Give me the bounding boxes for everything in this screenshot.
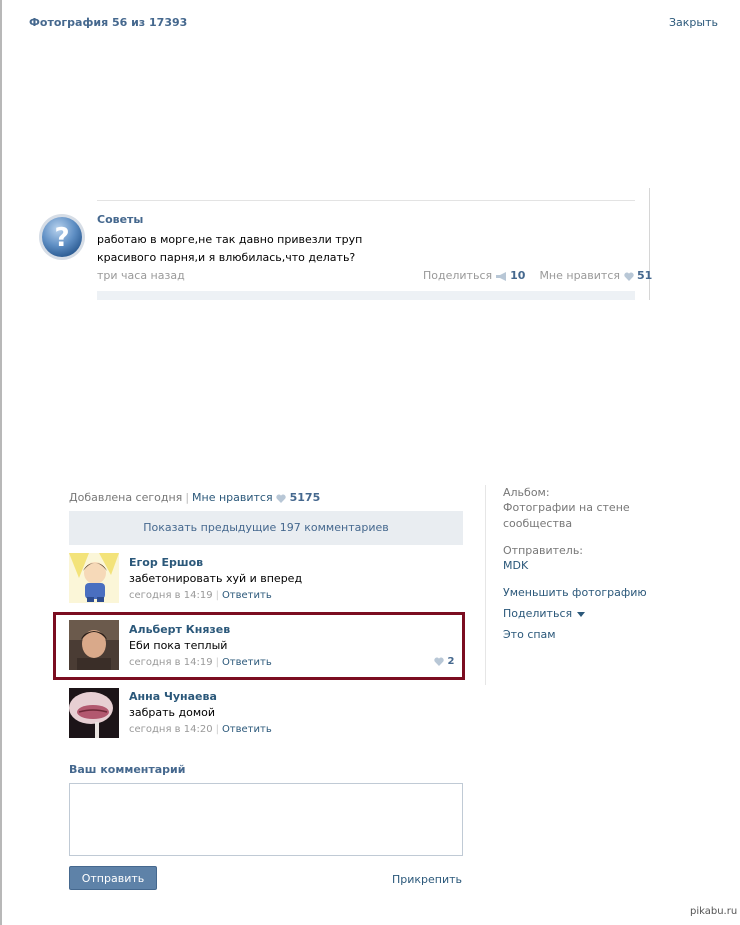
- heart-icon: [276, 491, 290, 504]
- post-author: Советы: [97, 213, 144, 226]
- reply-link[interactable]: Ответить: [222, 724, 272, 735]
- avatar[interactable]: [69, 620, 119, 670]
- chevron-down-icon: [577, 611, 586, 617]
- photo-like-count: 5175: [289, 491, 321, 504]
- reply-link[interactable]: Ответить: [222, 590, 272, 601]
- close-link[interactable]: Закрыть: [669, 16, 718, 29]
- comment-author[interactable]: Анна Чунаева: [129, 690, 217, 703]
- post-text: работаю в морге,не так давно привезли тр…: [97, 231, 437, 267]
- post-time: три часа назад: [97, 269, 185, 282]
- comment-meta: сегодня в 14:20 | Ответить: [129, 724, 272, 735]
- post-share-count: 10: [510, 269, 526, 282]
- comment-likes[interactable]: 2: [434, 656, 454, 667]
- avatar[interactable]: [69, 688, 119, 738]
- like-photo-link[interactable]: Мне нравится: [192, 491, 273, 504]
- comment-author[interactable]: Альберт Князев: [129, 623, 230, 636]
- comment-text: забетонировать хуй и вперед: [129, 572, 303, 585]
- share-label: Поделиться: [503, 607, 573, 620]
- added-date: Добавлена сегодня: [69, 491, 183, 504]
- megaphone-icon: [495, 269, 511, 282]
- svg-text:?: ?: [54, 223, 69, 253]
- comment-like-count: 2: [447, 656, 455, 667]
- send-button[interactable]: Отправить: [69, 866, 157, 890]
- avatar[interactable]: [69, 553, 119, 603]
- post-top-divider: [97, 200, 635, 201]
- post-text-line: работаю в морге,не так давно привезли тр…: [97, 233, 363, 246]
- comment-input[interactable]: [69, 783, 463, 856]
- comment-meta: сегодня в 14:19 | Ответить: [129, 657, 272, 668]
- comment-time: сегодня в 14:19: [129, 657, 213, 668]
- reply-link[interactable]: Ответить: [222, 657, 272, 668]
- left-border: [0, 0, 2, 925]
- shrink-photo-link[interactable]: Уменьшить фотографию: [503, 586, 647, 599]
- post-text-line: красивого парня,и я влюбилась,что делать…: [97, 251, 356, 264]
- album-value[interactable]: Фотографии на стене сообщества: [503, 500, 643, 532]
- post-bottom-bar: [97, 291, 635, 300]
- share-dropdown[interactable]: Поделиться: [503, 607, 586, 620]
- post-share-label: Поделиться: [423, 269, 493, 282]
- attach-link[interactable]: Прикрепить: [392, 873, 462, 886]
- comment-time: сегодня в 14:19: [129, 590, 213, 601]
- comment-author[interactable]: Егор Ершов: [129, 556, 203, 569]
- watermark: pikabu.ru: [690, 906, 738, 917]
- comment-time: сегодня в 14:20: [129, 724, 213, 735]
- photo-counter: Фотография 56 из 17393: [29, 16, 188, 29]
- photo-info-line: Добавлена сегодня | Мне нравится 5175: [69, 491, 321, 504]
- post-like-count: 51: [637, 269, 653, 282]
- post-like-label: Мне нравится: [539, 269, 621, 282]
- comment-form-title: Ваш комментарий: [69, 763, 186, 776]
- show-previous-comments-button[interactable]: Показать предыдущие 197 комментариев: [69, 511, 463, 545]
- question-icon: ?: [37, 212, 87, 262]
- sender-label: Отправитель:: [503, 544, 584, 557]
- comment-text: забрать домой: [129, 706, 215, 719]
- album-label: Альбом:: [503, 486, 550, 499]
- photo-divider: [649, 188, 650, 300]
- spam-link[interactable]: Это спам: [503, 628, 556, 641]
- heart-icon: [623, 269, 638, 282]
- comment-meta: сегодня в 14:19 | Ответить: [129, 590, 272, 601]
- heart-icon: [434, 656, 447, 667]
- sender-link[interactable]: MDK: [503, 559, 528, 572]
- post-actions: Поделиться 10 Мне нравится 51: [423, 269, 652, 282]
- sidebar-divider: [485, 485, 486, 685]
- comment-text: Еби пока теплый: [129, 639, 228, 652]
